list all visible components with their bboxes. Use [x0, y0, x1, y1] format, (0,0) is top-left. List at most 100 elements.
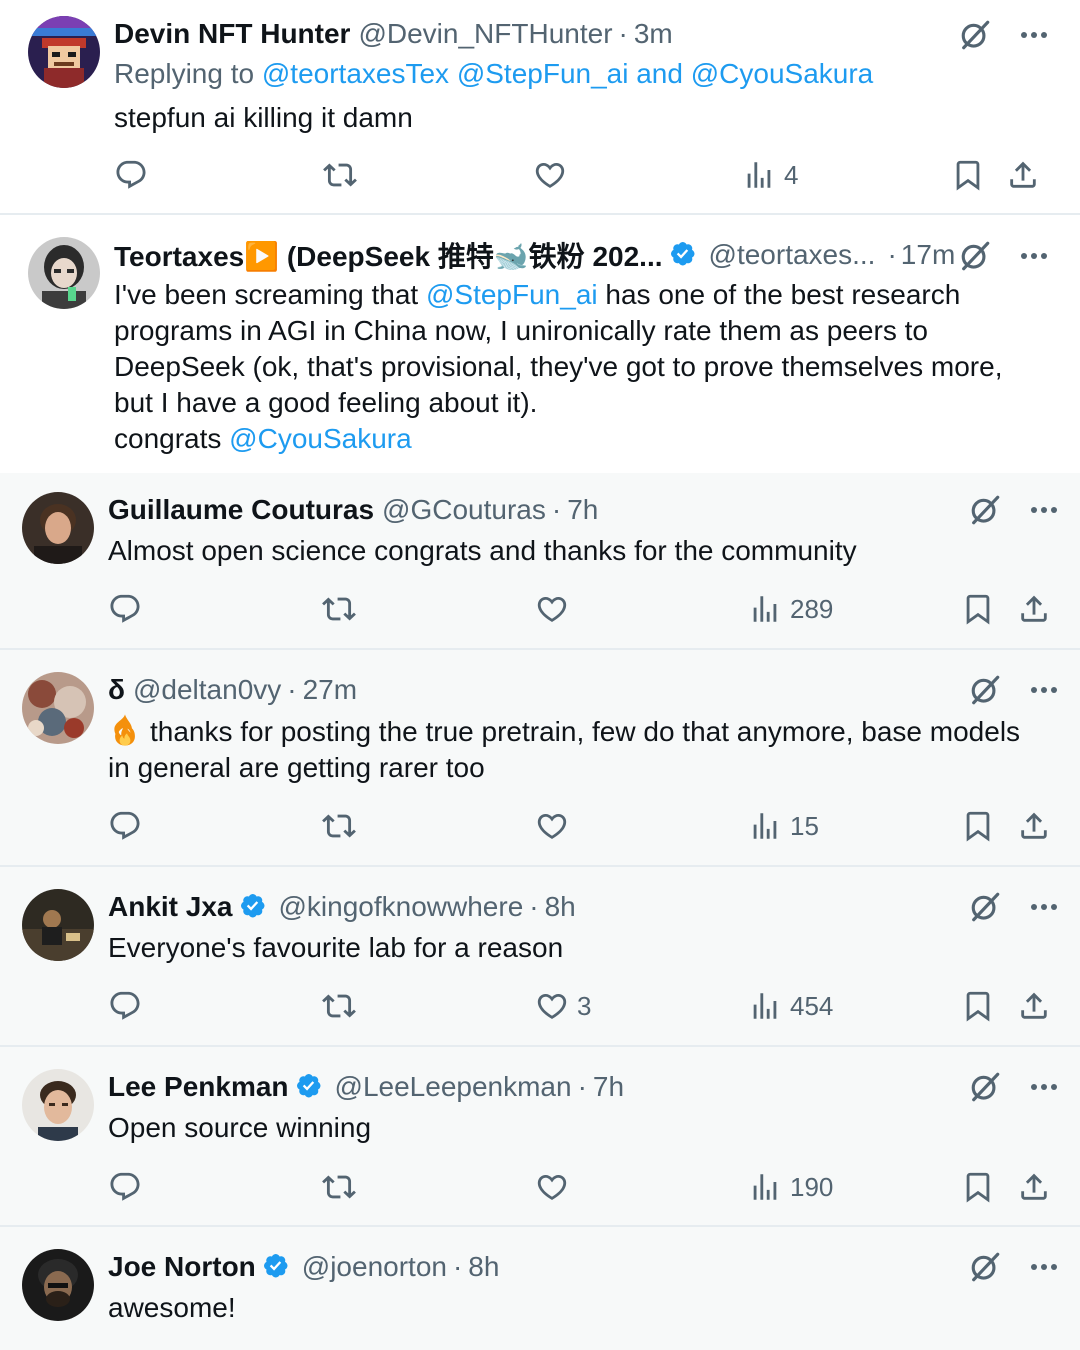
- tweet-2[interactable]: Teortaxes▶️ (DeepSeek 推特🐋铁粉 202... @teor…: [0, 215, 1080, 473]
- replying-to-links[interactable]: @teortaxesTex @StepFun_ai and @CyouSakur…: [262, 58, 873, 89]
- tweet-actions: 3 454: [0, 986, 1080, 1026]
- grok-icon[interactable]: [968, 673, 1002, 707]
- reply-button[interactable]: [114, 155, 148, 195]
- share-button[interactable]: [1017, 1167, 1051, 1207]
- avatar[interactable]: [28, 237, 100, 309]
- tweet-text: Open source winning: [108, 1112, 372, 1143]
- like-icon: [535, 809, 569, 843]
- grok-icon[interactable]: [968, 1250, 1002, 1284]
- timestamp[interactable]: 27m: [303, 674, 357, 706]
- retweet-button[interactable]: [322, 1167, 356, 1207]
- avatar[interactable]: [22, 492, 94, 564]
- views-button[interactable]: 454: [748, 986, 833, 1026]
- like-button[interactable]: [533, 155, 567, 195]
- more-options-icon[interactable]: [1030, 1262, 1058, 1272]
- more-options-icon[interactable]: [1030, 1082, 1058, 1092]
- timestamp[interactable]: 8h: [545, 891, 576, 923]
- tweet-6[interactable]: Lee Penkman @LeeLeepenkman · 7h Open sou…: [0, 1047, 1080, 1225]
- display-name[interactable]: Joe Norton: [108, 1251, 256, 1283]
- like-button[interactable]: [535, 806, 569, 846]
- tweet-top-actions: [968, 673, 1058, 707]
- timestamp[interactable]: 7h: [593, 1071, 624, 1103]
- bookmark-button[interactable]: [961, 1167, 995, 1207]
- user-handle[interactable]: @kingofknowwhere: [279, 891, 524, 923]
- like-button[interactable]: [535, 1167, 569, 1207]
- share-button[interactable]: [1017, 806, 1051, 846]
- mention-link[interactable]: @CyouSakura: [229, 423, 412, 454]
- display-name[interactable]: Teortaxes▶️ (DeepSeek 推特🐋铁粉 202...: [114, 235, 663, 275]
- views-icon: [748, 809, 782, 843]
- tweet-header: δ @deltan0vy · 27m: [108, 670, 357, 710]
- tweet-header: Guillaume Couturas @GCouturas · 7h: [108, 490, 598, 530]
- mention-link[interactable]: @StepFun_ai: [426, 279, 598, 310]
- display-name[interactable]: Ankit Jxa: [108, 891, 233, 923]
- tweet-actions: 4: [0, 155, 1080, 195]
- grok-icon[interactable]: [958, 239, 992, 273]
- more-options-icon[interactable]: [1020, 30, 1048, 40]
- grok-icon[interactable]: [958, 18, 992, 52]
- avatar[interactable]: [22, 889, 94, 961]
- retweet-button[interactable]: [323, 155, 357, 195]
- grok-icon[interactable]: [968, 1070, 1002, 1104]
- share-icon: [1017, 1170, 1051, 1204]
- retweet-icon: [322, 1170, 356, 1204]
- timestamp[interactable]: 7h: [567, 494, 598, 526]
- reply-button[interactable]: [108, 806, 142, 846]
- user-handle[interactable]: @deltan0vy: [133, 674, 281, 706]
- user-handle[interactable]: @LeeLeepenkman: [335, 1071, 572, 1103]
- user-handle[interactable]: @teortaxes...: [709, 239, 876, 271]
- display-name[interactable]: Lee Penkman: [108, 1071, 289, 1103]
- display-name[interactable]: Devin NFT Hunter: [114, 18, 350, 50]
- views-button[interactable]: 4: [742, 155, 798, 195]
- share-button[interactable]: [1006, 155, 1040, 195]
- bookmark-button[interactable]: [951, 155, 985, 195]
- more-options-icon[interactable]: [1030, 685, 1058, 695]
- bookmark-button[interactable]: [961, 806, 995, 846]
- timestamp[interactable]: 8h: [468, 1251, 499, 1283]
- bookmark-button[interactable]: [961, 986, 995, 1026]
- share-button[interactable]: [1017, 986, 1051, 1026]
- avatar[interactable]: [22, 672, 94, 744]
- reply-button[interactable]: [108, 589, 142, 629]
- tweet-text-part: thanks for posting the true pretrain, fe…: [108, 716, 1021, 783]
- display-name[interactable]: Guillaume Couturas: [108, 494, 374, 526]
- share-button[interactable]: [1017, 589, 1051, 629]
- like-button[interactable]: 3: [535, 986, 591, 1026]
- user-handle[interactable]: @joenorton: [302, 1251, 447, 1283]
- tweet-5[interactable]: Ankit Jxa @kingofknowwhere · 8h Everyone…: [0, 867, 1080, 1045]
- timestamp[interactable]: 3m: [634, 18, 673, 50]
- tweet-actions: 190: [0, 1167, 1080, 1207]
- tweet-7[interactable]: Joe Norton @joenorton · 8h awesome!: [0, 1227, 1080, 1350]
- views-button[interactable]: 289: [748, 589, 833, 629]
- tweet-3[interactable]: Guillaume Couturas @GCouturas · 7h Almos…: [0, 473, 1080, 648]
- views-button[interactable]: 15: [748, 806, 819, 846]
- tweet-header: Ankit Jxa @kingofknowwhere · 8h: [108, 887, 576, 927]
- tweet-4[interactable]: δ @deltan0vy · 27m thanks for posting th…: [0, 650, 1080, 865]
- tweet-text: stepfun ai killing it damn: [114, 102, 413, 133]
- more-options-icon[interactable]: [1020, 251, 1048, 261]
- bookmark-button[interactable]: [961, 589, 995, 629]
- reply-button[interactable]: [108, 986, 142, 1026]
- display-name[interactable]: δ: [108, 674, 125, 706]
- share-icon: [1006, 158, 1040, 192]
- grok-icon[interactable]: [968, 890, 1002, 924]
- timestamp[interactable]: 17m: [901, 239, 955, 271]
- reply-icon: [108, 809, 142, 843]
- user-handle[interactable]: @GCouturas: [382, 494, 546, 526]
- retweet-button[interactable]: [322, 806, 356, 846]
- grok-icon[interactable]: [968, 493, 1002, 527]
- avatar[interactable]: [22, 1069, 94, 1141]
- like-button[interactable]: [535, 589, 569, 629]
- reply-button[interactable]: [108, 1167, 142, 1207]
- more-options-icon[interactable]: [1030, 505, 1058, 515]
- tweet-1[interactable]: Devin NFT Hunter @Devin_NFTHunter · 3m R…: [0, 0, 1080, 214]
- more-options-icon[interactable]: [1030, 902, 1058, 912]
- views-button[interactable]: 190: [748, 1167, 833, 1207]
- avatar[interactable]: [22, 1249, 94, 1321]
- retweet-button[interactable]: [322, 589, 356, 629]
- retweet-button[interactable]: [322, 986, 356, 1026]
- share-icon: [1017, 592, 1051, 626]
- tweet-text: Almost open science congrats and thanks …: [108, 535, 857, 566]
- avatar[interactable]: [28, 16, 100, 88]
- user-handle[interactable]: @Devin_NFTHunter: [358, 18, 612, 50]
